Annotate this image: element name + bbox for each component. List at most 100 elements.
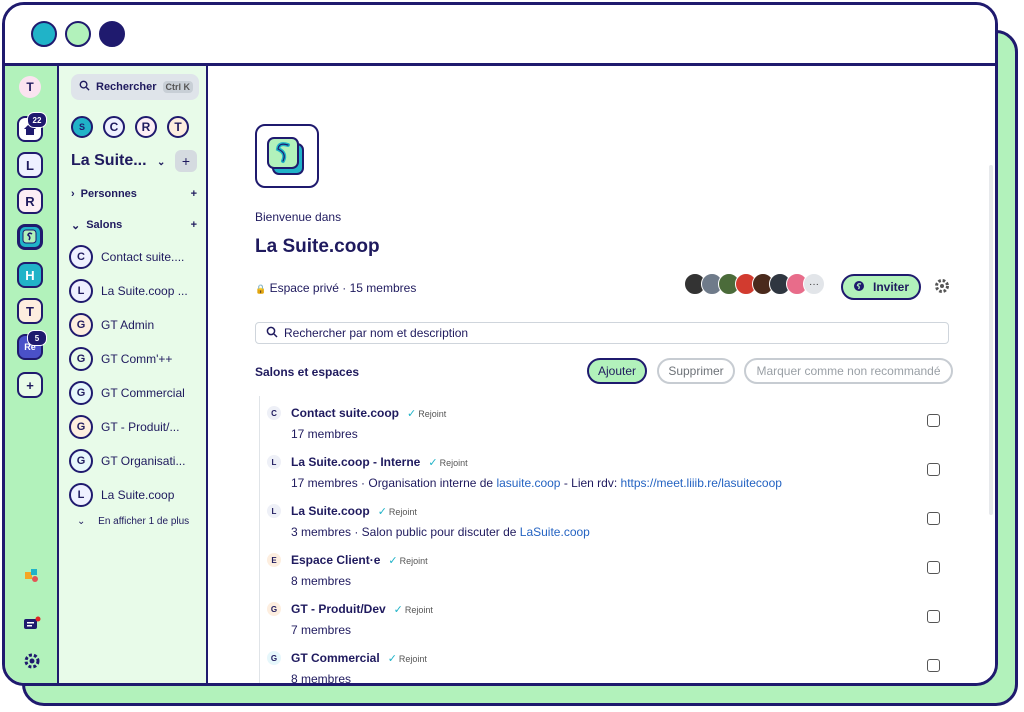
room-name: Espace Client·e — [291, 553, 381, 567]
rail-space-h[interactable]: H — [17, 262, 43, 288]
room-item[interactable]: L La Suite.coop ... — [69, 279, 199, 303]
room-checkbox[interactable] — [927, 512, 940, 525]
room-item[interactable]: C Contact suite.... — [69, 245, 199, 269]
room-description: 17 membres · Organisation interne de las… — [291, 476, 782, 490]
joined-tag: ✓ Rejoint — [393, 604, 433, 616]
room-checkbox[interactable] — [927, 610, 940, 623]
recent-room-suite[interactable]: S — [71, 116, 93, 138]
lock-icon: 🔒 — [255, 284, 267, 294]
joined-tag: ✓ Rejoint — [388, 555, 428, 567]
room-item[interactable]: L La Suite.coop — [69, 483, 199, 507]
room-item[interactable]: G GT Comm'++ — [69, 347, 199, 371]
space-room-row[interactable]: G GT Commercial ✓ Rejoint 8 membres — [267, 649, 967, 686]
rooms-and-spaces-heading: Salons et espaces — [255, 365, 360, 379]
search-icon — [266, 326, 278, 341]
description-link[interactable]: LaSuite.coop — [520, 525, 590, 539]
window-minimize-button[interactable] — [65, 21, 91, 47]
space-room-row[interactable]: C Contact suite.coop ✓ Rejoint 17 membres — [267, 404, 967, 452]
description-link[interactable]: lasuite.coop — [496, 476, 560, 490]
room-checkbox[interactable] — [927, 414, 940, 427]
recent-room-c[interactable]: C — [103, 116, 125, 138]
space-room-row[interactable]: L La Suite.coop ✓ Rejoint 3 membres · Salo… — [267, 502, 967, 550]
room-name: GT - Produit/Dev — [291, 602, 386, 616]
room-avatar: G — [267, 602, 281, 616]
rail-space-re[interactable]: Re 5 — [17, 330, 47, 360]
joined-tag: ✓ Rejoint — [407, 408, 447, 420]
add-button[interactable]: Ajouter — [587, 358, 647, 384]
title-bar — [5, 5, 995, 66]
user-avatar[interactable]: T — [19, 76, 41, 98]
rail-space-r[interactable]: R — [17, 188, 43, 214]
space-visibility: Espace privé — [269, 281, 339, 295]
member-avatars[interactable]: ··· — [684, 273, 825, 295]
rail-space-t[interactable]: T — [17, 298, 43, 324]
room-checkbox[interactable] — [927, 463, 940, 476]
rail-add-space[interactable]: + — [17, 372, 43, 398]
window-maximize-button[interactable] — [99, 21, 125, 47]
settings-gear-icon[interactable] — [23, 652, 41, 675]
window-close-button[interactable] — [31, 21, 57, 47]
search-shortcut: Ctrl K — [162, 81, 193, 93]
room-checkbox[interactable] — [927, 659, 940, 672]
room-description: 8 membres — [291, 672, 352, 686]
room-description: 8 membres — [291, 574, 352, 588]
suite-logo-icon — [267, 137, 304, 175]
space-settings-gear-icon[interactable] — [934, 278, 950, 299]
space-name: La Suite.coop — [255, 236, 380, 257]
section-rooms[interactable]: ⌄ Salons + — [71, 219, 197, 232]
joined-tag: ✓ Rejoint — [387, 653, 427, 665]
check-icon: ✓ — [428, 457, 438, 469]
recent-room-t[interactable]: T — [167, 116, 189, 138]
chevron-right-icon: › — [71, 188, 75, 200]
section-people[interactable]: › Personnes + — [71, 188, 197, 200]
room-avatar: L — [267, 455, 281, 469]
space-meta: 🔒 Espace privé · 15 membres — [255, 281, 417, 295]
add-room-button[interactable]: + — [191, 219, 197, 232]
scrollbar[interactable] — [989, 165, 993, 515]
space-room-row[interactable]: E Espace Client·e ✓ Rejoint 8 membres — [267, 551, 967, 599]
welcome-text: Bienvenue dans — [255, 210, 342, 224]
rail-home[interactable]: 22 — [17, 112, 47, 142]
room-name: La Suite.coop - Interne — [291, 455, 421, 469]
mark-not-recommended-button[interactable]: Marquer comme non recommandé — [744, 358, 953, 384]
room-checkbox[interactable] — [927, 561, 940, 574]
room-description: 3 membres · Salon public pour discuter d… — [291, 525, 590, 539]
member-count: 15 membres — [349, 281, 417, 295]
joined-tag: ✓ Rejoint — [377, 506, 417, 518]
space-home: Bienvenue dans La Suite.coop 🔒 Espace pr… — [209, 66, 995, 686]
room-description: 17 membres — [291, 427, 358, 441]
more-members-icon: ··· — [803, 273, 825, 295]
room-avatar: E — [267, 553, 281, 567]
chat-icon[interactable] — [23, 616, 41, 639]
room-item[interactable]: G GT Admin — [69, 313, 199, 337]
puzzle-icon[interactable] — [23, 566, 41, 589]
remove-button[interactable]: Supprimer — [657, 358, 735, 384]
check-icon: ✓ — [388, 555, 398, 567]
check-icon: ✓ — [377, 506, 387, 518]
room-avatar: L — [267, 504, 281, 518]
chevron-down-icon: ⌄ — [77, 516, 86, 527]
space-title[interactable]: La Suite... ⌄ — [71, 152, 165, 170]
show-more-rooms[interactable]: ⌄ En afficher 1 de plus — [77, 516, 189, 527]
description-link[interactable]: https://meet.liiib.re/lasuitecoop — [621, 476, 782, 490]
room-avatar: G — [267, 651, 281, 665]
rail-space-l[interactable]: L — [17, 152, 43, 178]
room-filter-input[interactable]: Rechercher par nom et description — [255, 322, 949, 344]
rail-space-suite[interactable] — [17, 224, 43, 250]
space-room-row[interactable]: L La Suite.coop - Interne ✓ Rejoint 17 mem… — [267, 453, 967, 501]
room-item[interactable]: G GT - Produit/... — [69, 415, 199, 439]
room-name: GT Commercial — [291, 651, 380, 665]
recent-room-r[interactable]: R — [135, 116, 157, 138]
check-icon: ✓ — [393, 604, 403, 616]
space-add-button[interactable]: + — [175, 150, 197, 172]
search-icon — [79, 80, 90, 94]
room-avatar: C — [267, 406, 281, 420]
room-item[interactable]: G GT Commercial — [69, 381, 199, 405]
room-list-panel: Rechercher Ctrl K S C R T La Suite... ⌄ … — [59, 66, 208, 683]
space-room-row[interactable]: G GT - Produit/Dev ✓ Rejoint 7 membres — [267, 600, 967, 648]
room-search-button[interactable]: Rechercher Ctrl K — [71, 74, 199, 100]
joined-tag: ✓ Rejoint — [428, 457, 468, 469]
invite-button[interactable]: Inviter — [841, 274, 921, 300]
add-person-button[interactable]: + — [191, 188, 197, 200]
room-item[interactable]: G GT Organisati... — [69, 449, 199, 473]
